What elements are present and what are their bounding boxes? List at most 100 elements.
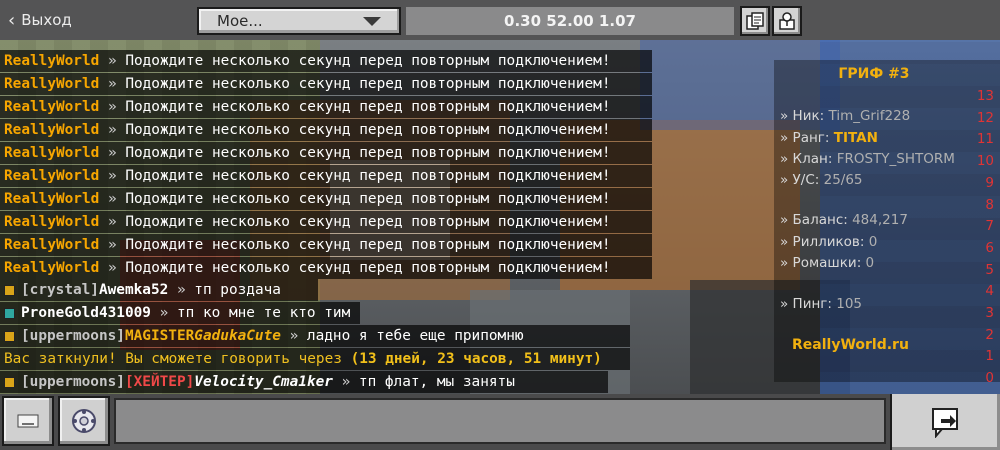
share-button[interactable] (772, 6, 802, 36)
server-tag: ReallyWorld (4, 168, 100, 184)
score-number: 1 (985, 348, 994, 365)
reconnect-message: ReallyWorld » Подождите несколько секунд… (0, 50, 652, 72)
copy-coordinates-icon (746, 12, 764, 30)
score-number: 11 (976, 131, 994, 148)
ks-value: 25/65 (823, 172, 863, 188)
server-tag: ReallyWorld (4, 53, 100, 69)
score-number: 7 (985, 218, 994, 235)
player-badge-icon (4, 307, 15, 319)
mute-duration: (13 дней, 23 часов, 51 минут) (350, 351, 602, 367)
reconnect-message: ReallyWorld » Подождите несколько секунд… (0, 234, 652, 256)
message-text: Подождите несколько секунд перед повторн… (125, 191, 611, 207)
message-separator: » (168, 282, 195, 298)
chat-message: [crystal] Awemka52 » тп роздача (0, 279, 318, 301)
player-name: ProneGold431009 (21, 305, 151, 321)
message-text: ладно я тебе еще припомню (306, 328, 524, 344)
score-number: 3 (985, 305, 994, 322)
server-tag: ReallyWorld (4, 237, 100, 253)
message-text: Подождите несколько секунд перед повторн… (125, 237, 611, 253)
chat-channel-dropdown[interactable]: Мое... (197, 7, 401, 35)
share-icon (779, 12, 795, 30)
server-tag: ReallyWorld (4, 145, 100, 161)
message-text: тп роздача (194, 282, 281, 298)
message-separator: » (99, 214, 126, 230)
romashki-label: » Ромашки: (780, 255, 862, 271)
reconnect-message: ReallyWorld » Подождите несколько секунд… (0, 96, 652, 118)
message-separator: » (99, 260, 126, 276)
score-number: 6 (985, 239, 994, 256)
balance-label: » Баланс: (780, 212, 848, 228)
bottom-bar (0, 394, 1000, 450)
dropdown-value: Мое... (217, 12, 263, 30)
score-number: 5 (985, 261, 994, 278)
reconnect-message: ReallyWorld » Подождите несколько секунд… (0, 211, 652, 233)
send-button[interactable] (890, 394, 1000, 450)
message-text: Подождите несколько секунд перед повторн… (125, 214, 611, 230)
scoreboard-title: ГРИФ #3 (838, 66, 910, 82)
scoreboard-rank: » Ранг: TITAN (780, 130, 878, 146)
server-tag: ReallyWorld (4, 260, 100, 276)
score-number: 2 (985, 326, 994, 343)
player-name: Awemka52 (98, 282, 169, 298)
clan-tag: [crystal] (21, 282, 99, 298)
message-separator: » (99, 122, 126, 138)
message-text: Подождите несколько секунд перед повторн… (125, 168, 611, 184)
score-number: 10 (976, 153, 994, 170)
copy-coordinates-button[interactable] (740, 6, 770, 36)
server-tag: ReallyWorld (4, 191, 100, 207)
scoreboard-panel: ГРИФ #3 » Ник: Tim_Grif228 » Ранг: TITAN… (774, 60, 1000, 386)
chevron-left-icon: ‹ (8, 9, 16, 31)
exit-button[interactable]: ‹ Выход (8, 8, 72, 32)
nick-value: Tim_Grif228 (828, 108, 911, 124)
score-number: 13 (976, 88, 994, 104)
emote-button[interactable] (58, 396, 110, 446)
ks-label: » У/С: (780, 172, 820, 188)
reconnect-message: ReallyWorld » Подождите несколько секунд… (0, 165, 652, 187)
reconnect-message: ReallyWorld » Подождите несколько секунд… (0, 188, 652, 210)
message-text: Подождите несколько секунд перед повторн… (125, 99, 611, 115)
score-number: 8 (985, 196, 994, 213)
scoreboard-romashki: » Ромашки: 0 (780, 255, 874, 271)
server-tag: ReallyWorld (4, 122, 100, 138)
clan-tag: [uppermoons] (21, 328, 125, 344)
score-number: 0 (985, 370, 994, 387)
chat-input[interactable] (114, 398, 886, 444)
keyboard-button[interactable] (2, 396, 54, 446)
server-tag: ReallyWorld (4, 76, 100, 92)
rilliki-label: » Рилликов: (780, 234, 865, 250)
clan-tag: [uppermoons] (21, 374, 125, 390)
chat-message: ProneGold431009 » тп ко мне те кто тим (0, 302, 360, 324)
message-text: Подождите несколько секунд перед повторн… (125, 260, 611, 276)
message-separator: » (280, 328, 307, 344)
message-text: Подождите несколько секунд перед повторн… (125, 122, 611, 138)
exit-label: Выход (21, 11, 72, 29)
top-bar: ‹ Выход Мое... 0.30 52.00 1.07 (0, 0, 1000, 40)
clan-label: » Клан: (780, 151, 833, 167)
coordinates-readout: 0.30 52.00 1.07 (406, 7, 734, 35)
message-separator: » (99, 237, 126, 253)
rank-label: » Ранг: (780, 130, 830, 146)
message-text: Подождите несколько секунд перед повторн… (125, 76, 611, 92)
rilliki-value: 0 (868, 234, 878, 250)
message-separator: » (99, 168, 126, 184)
score-number: 9 (985, 174, 994, 191)
scoreboard-balance: » Баланс: 484,217 (780, 212, 908, 228)
server-tag: ReallyWorld (4, 214, 100, 230)
player-name: GadukaCute (194, 328, 281, 344)
nick-label: » Ник: (780, 108, 825, 124)
player-rank: MAGISTER (124, 328, 195, 344)
clan-badge-icon (4, 330, 15, 342)
message-separator: » (332, 374, 359, 390)
reconnect-message: ReallyWorld » Подождите несколько секунд… (0, 73, 652, 95)
message-text: тп ко мне те кто тим (176, 305, 351, 321)
ping-value: 105 (836, 296, 863, 312)
message-text: Подождите несколько секунд перед повторн… (125, 53, 611, 69)
message-text: Подождите несколько секунд перед повторн… (125, 145, 611, 161)
reconnect-message: ReallyWorld » Подождите несколько секунд… (0, 257, 652, 279)
rank-value: TITAN (833, 130, 878, 146)
player-rank: [ХЕЙТЕР] (124, 374, 195, 390)
chat-message: [uppermoons] [ХЕЙТЕР] Velocity_Cma1ker »… (0, 371, 608, 393)
emote-wheel-icon (72, 409, 96, 433)
balance-value: 484,217 (852, 212, 908, 228)
server-address: ReallyWorld.ru (792, 337, 909, 353)
